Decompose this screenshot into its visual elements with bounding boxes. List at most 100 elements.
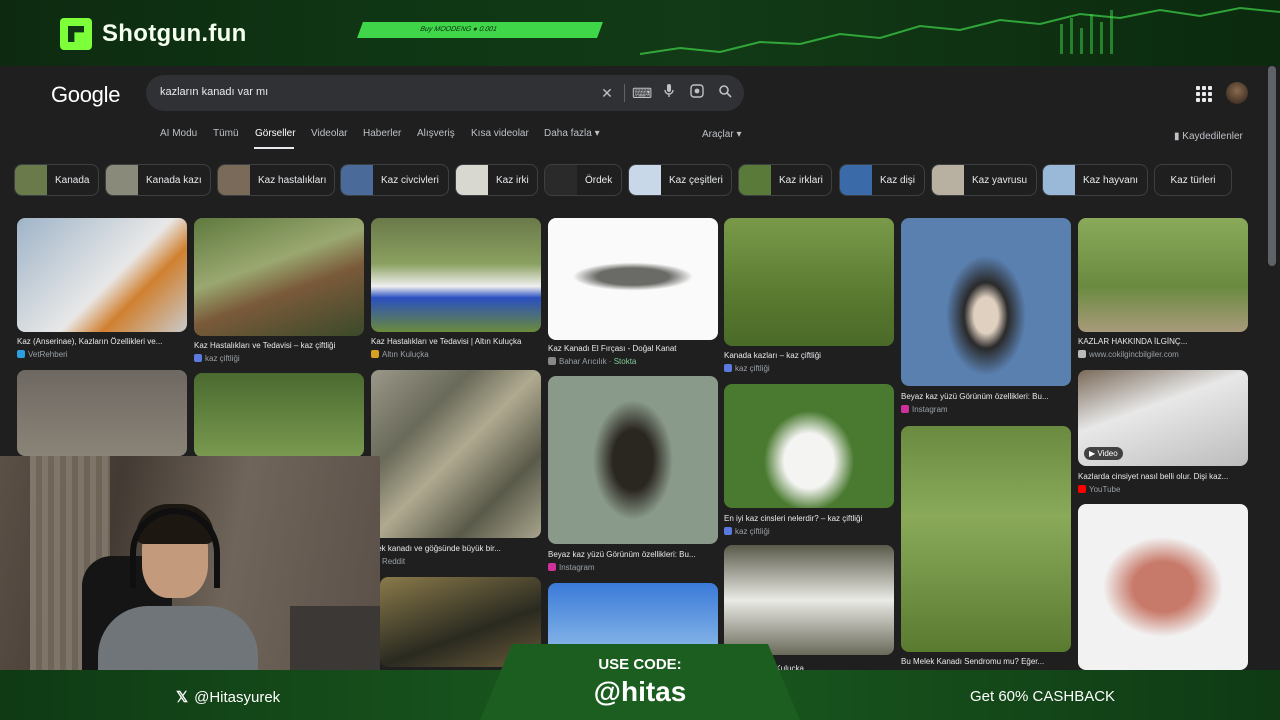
apps-grid-icon[interactable] <box>1196 86 1212 102</box>
result-thumbnail[interactable] <box>724 384 894 508</box>
source-name: Instagram <box>912 405 948 414</box>
keyboard-icon[interactable]: ⌨ <box>632 84 652 102</box>
source-name: YouTube <box>1089 485 1121 494</box>
result-caption[interactable]: Kaz (Anserinae), Kazların Özellikleri ve… <box>17 337 187 346</box>
result-thumbnail[interactable] <box>17 218 187 332</box>
chip-label: Kaz hastalıkları <box>258 174 327 186</box>
chip-kanada-kazi[interactable]: Kanada kazı <box>105 164 211 196</box>
result-thumbnail[interactable] <box>901 218 1071 386</box>
result-source[interactable]: YouTube <box>1078 485 1120 494</box>
result-thumbnail[interactable] <box>901 426 1071 652</box>
result-source[interactable]: Instagram <box>548 563 595 572</box>
tools-button[interactable]: Araçlar ▾ <box>702 129 741 140</box>
headset <box>130 508 220 588</box>
result-thumbnail[interactable] <box>548 583 718 653</box>
result-source[interactable]: Bahar Arıcılık · Stokta <box>548 357 636 366</box>
chip-kaz-civcivleri[interactable]: Kaz civcivleri <box>340 164 449 196</box>
chip-kaz-hayvani[interactable]: Kaz hayvanı <box>1042 164 1148 196</box>
source-name: kaz çiftliği <box>735 364 770 373</box>
result-thumbnail[interactable] <box>1078 218 1248 332</box>
source-favicon-icon <box>724 527 732 535</box>
chip-kaz-turleri[interactable]: Kaz türleri <box>1154 164 1232 196</box>
result-thumbnail[interactable] <box>194 218 364 336</box>
result-source[interactable]: VetRehberi <box>17 350 68 359</box>
result-caption[interactable]: KAZLAR HAKKINDA İLGİNÇ... <box>1078 337 1248 346</box>
chip-thumbnail <box>1043 165 1075 195</box>
ticker-bar: Buy MOODENG ● 0.001 <box>357 22 603 38</box>
result-caption[interactable]: Kazlarda cinsiyet nasıl belli olur. Dişi… <box>1078 472 1248 481</box>
result-thumbnail[interactable] <box>724 545 894 655</box>
chip-label: Kaz yavrusu <box>972 174 1028 186</box>
source-favicon-icon <box>17 350 25 358</box>
page-scrollbar[interactable] <box>1268 66 1276 266</box>
result-source[interactable]: www.cokilgincbilgiler.com <box>1078 350 1179 359</box>
tab-videos[interactable]: Videolar <box>311 128 348 139</box>
source-favicon-icon <box>548 563 556 571</box>
chip-kaz-disi[interactable]: Kaz dişi <box>839 164 925 196</box>
search-icon[interactable] <box>716 84 734 102</box>
microphone-icon[interactable] <box>660 84 678 102</box>
search-input[interactable]: kazların kanadı var mı <box>160 86 268 98</box>
result-source[interactable]: Instagram <box>901 405 948 414</box>
chip-thumbnail <box>545 165 577 195</box>
source-favicon-icon <box>724 364 732 372</box>
source-name: VetRehberi <box>28 350 68 359</box>
result-thumbnail[interactable] <box>724 218 894 346</box>
chip-thumbnail <box>739 165 771 195</box>
promo-code: @hitas <box>593 676 687 707</box>
clear-icon[interactable]: ✕ <box>598 84 616 102</box>
tab-ai-mode[interactable]: AI Modu <box>160 128 197 139</box>
video-badge-label: Video <box>1097 449 1118 458</box>
tab-short-videos[interactable]: Kısa videolar <box>471 128 529 139</box>
result-caption[interactable]: Kaz Kanadı El Fırçası - Doğal Kanat <box>548 344 718 353</box>
chip-thumbnail <box>840 165 872 195</box>
tab-more[interactable]: Daha fazla ▾ <box>544 128 600 139</box>
result-thumbnail[interactable] <box>548 376 718 544</box>
tab-images[interactable]: Görseller <box>255 128 296 139</box>
chip-kaz-cesitleri[interactable]: Kaz çeşitleri <box>628 164 732 196</box>
result-thumbnail[interactable] <box>548 218 718 340</box>
tab-all[interactable]: Tümü <box>213 128 239 139</box>
result-thumbnail[interactable]: ▶ Video <box>1078 370 1248 466</box>
chip-label: Kaz çeşitleri <box>669 174 723 186</box>
chip-label: Kaz hayvanı <box>1083 174 1139 186</box>
result-caption[interactable]: Kaz Hastalıkları ve Tedavisi – kaz çiftl… <box>194 341 364 350</box>
result-thumbnail[interactable] <box>1078 504 1248 670</box>
result-thumbnail[interactable] <box>371 370 541 538</box>
google-logo[interactable]: Google <box>51 82 120 108</box>
result-caption[interactable]: Kaz Hastalıkları ve Tedavisi | Altın Kul… <box>371 337 541 346</box>
source-name: Reddit <box>382 557 406 566</box>
result-caption[interactable]: Kanada kazları – kaz çiftliği <box>724 351 894 360</box>
result-source[interactable]: kaz çiftliği <box>194 354 240 363</box>
source-name: Instagram <box>559 563 595 572</box>
result-caption[interactable]: Bu Melek Kanadı Sendromu mu? Eğer... <box>901 657 1071 666</box>
lens-icon[interactable] <box>688 84 706 102</box>
result-thumbnail[interactable] <box>17 370 187 456</box>
result-caption[interactable]: Beyaz kaz yüzü Görünüm özellikleri: Bu..… <box>548 550 718 559</box>
search-box[interactable]: kazların kanadı var mı ✕ ⌨ <box>146 75 744 111</box>
result-thumbnail[interactable] <box>194 373 364 457</box>
chip-ordek[interactable]: Ördek <box>544 164 622 196</box>
result-thumbnail[interactable] <box>371 218 541 332</box>
result-source[interactable]: kaz çiftliği <box>724 527 770 536</box>
x-handle: 𝕏 @Hitasyurek <box>176 688 280 706</box>
chip-kaz-irklari[interactable]: Kaz irklari <box>738 164 832 196</box>
result-caption[interactable]: Beyaz kaz yüzü Görünüm özellikleri: Bu..… <box>901 392 1071 401</box>
tab-shopping[interactable]: Alışveriş <box>417 128 455 139</box>
result-source[interactable]: Altın Kuluçka <box>371 350 429 359</box>
avatar[interactable] <box>1226 82 1248 104</box>
result-caption[interactable]: elek kanadı ve göğsünde büyük bir... <box>371 544 541 553</box>
chip-kaz-yavrusu[interactable]: Kaz yavrusu <box>931 164 1037 196</box>
saved-button[interactable]: ▮ Kaydedilenler <box>1174 131 1243 142</box>
chip-label: Kaz irki <box>496 174 529 186</box>
handle-text: @Hitasyurek <box>194 689 281 706</box>
chip-kaz-hastaliklari[interactable]: Kaz hastalıkları <box>217 164 335 196</box>
result-caption[interactable]: En iyi kaz cinsleri nelerdir? – kaz çift… <box>724 514 894 523</box>
shotgun-logo-icon <box>60 18 92 50</box>
chip-kanada[interactable]: Kanada <box>14 164 99 196</box>
tab-news[interactable]: Haberler <box>363 128 401 139</box>
chip-kaz-irki[interactable]: Kaz irki <box>455 164 538 196</box>
result-source[interactable]: kaz çiftliği <box>724 364 770 373</box>
webcam-overlay <box>0 456 380 670</box>
search-divider <box>624 84 625 102</box>
